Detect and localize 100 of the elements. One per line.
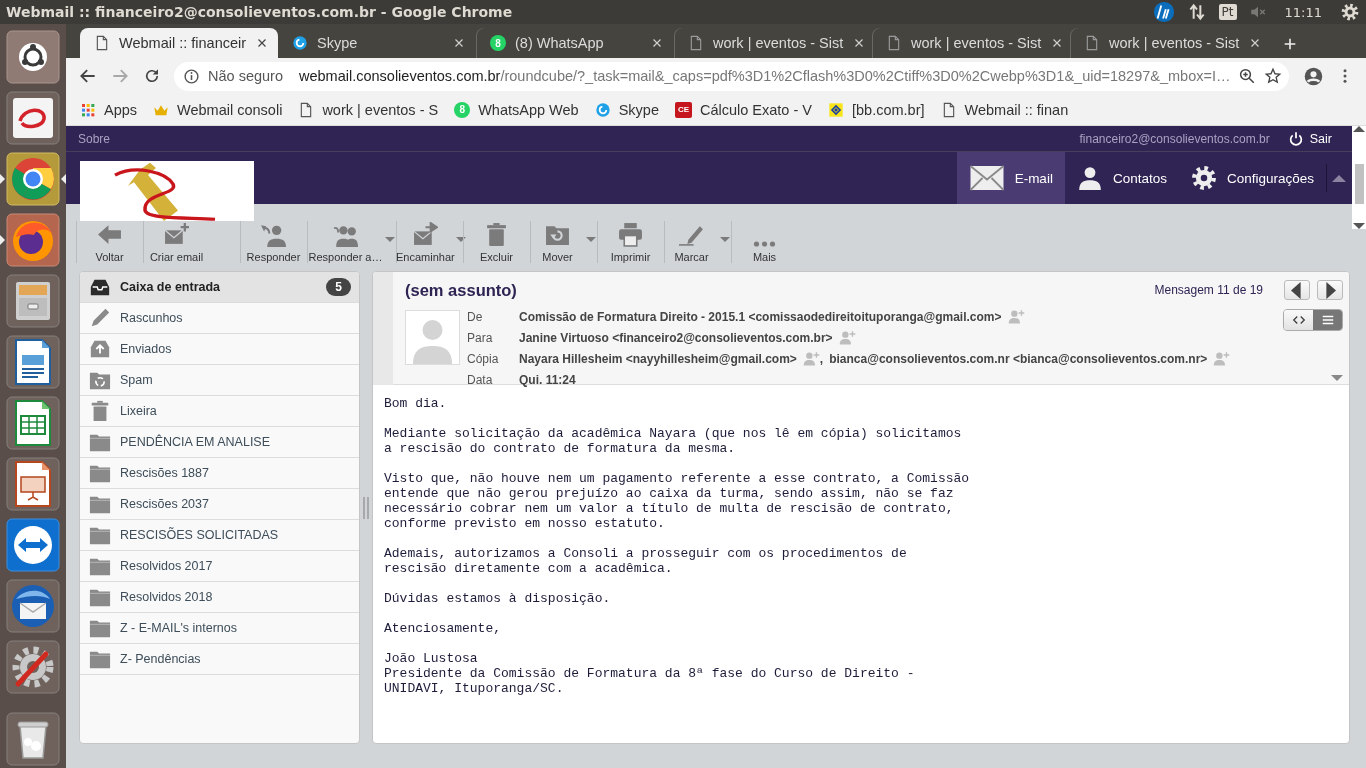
- toolbar-button[interactable]: Responder: [240, 221, 307, 263]
- browser-icon[interactable]: [6, 152, 60, 206]
- logo-icon[interactable]: [1152, 1, 1175, 23]
- browser-tab[interactable]: work | eventos - Sist: [674, 28, 872, 58]
- browser-tab[interactable]: Skype: [278, 28, 476, 58]
- bookmark[interactable]: work | eventos - S: [298, 101, 439, 118]
- folder-item[interactable]: Rescisões 2037: [80, 489, 359, 520]
- folder-item[interactable]: Resolvidos 2018: [80, 582, 359, 613]
- dash-icon[interactable]: [6, 30, 60, 84]
- forward-icon: [412, 222, 438, 247]
- caret-down-icon[interactable]: [1331, 375, 1343, 381]
- view-toggle[interactable]: [1284, 310, 1313, 330]
- bookmark[interactable]: Skype: [594, 101, 659, 118]
- toolbar-button[interactable]: Mover: [530, 221, 585, 263]
- page-icon: [1084, 35, 1100, 51]
- logout-link[interactable]: Sair: [1287, 130, 1332, 147]
- folder-item[interactable]: Rescisões 1887: [80, 458, 359, 489]
- bookmark[interactable]: 8 WhatsApp Web: [454, 101, 579, 118]
- bookmark[interactable]: Apps: [80, 101, 138, 118]
- folder-item[interactable]: Resolvidos 2017: [80, 551, 359, 582]
- contact-link[interactable]: Janine Virtuoso <financeiro2@consolieventos.com.br>: [519, 330, 833, 345]
- clock[interactable]: 11:11: [1284, 4, 1322, 20]
- field-label: Para: [467, 330, 494, 345]
- splitter-handle[interactable]: [363, 496, 369, 519]
- toolbar-button[interactable]: Encaminhar: [396, 221, 455, 263]
- bookmark[interactable]: [bb.com.br]: [828, 101, 925, 118]
- browser-icon[interactable]: [6, 213, 60, 267]
- folder-item[interactable]: Spam: [80, 365, 359, 396]
- bookmark[interactable]: Webmail consoli: [153, 101, 283, 118]
- folder-item[interactable]: RESCISÕES SOLICITADAS: [80, 520, 359, 551]
- field-label: De: [467, 309, 484, 324]
- browser-tab[interactable]: work | eventos - Sist: [1070, 28, 1268, 58]
- toolbar-button[interactable]: Excluir: [463, 221, 530, 263]
- folder-item[interactable]: Lixeira: [80, 396, 359, 427]
- info-icon[interactable]: [183, 67, 200, 85]
- chat-icon: [292, 35, 308, 51]
- body-paragraph: Bom dia.: [384, 396, 448, 411]
- contact-link[interactable]: Nayara Hillesheim <nayyhillesheim@gmail.com>: [519, 351, 797, 366]
- reply-icon: [261, 222, 286, 247]
- toolbar-button[interactable]: Responder a…: [307, 221, 384, 263]
- account-icon[interactable]: [1302, 65, 1324, 87]
- site-badge: CE: [674, 101, 692, 118]
- date-value: Qui. 11:24: [519, 372, 576, 387]
- previous-message-button[interactable]: [1284, 280, 1310, 300]
- toolbar-button[interactable]: Voltar: [76, 221, 143, 263]
- keyboard-layout[interactable]: Pt: [1218, 4, 1237, 20]
- toolbar-button[interactable]: Marcar: [664, 221, 719, 263]
- body-paragraph: Ademais, autorizamos a Consoli a prosseguir com os procedimentos de rescisão diretamente com a acadêmica.: [384, 546, 908, 576]
- browser-tab[interactable]: Webmail :: financeir: [80, 28, 278, 58]
- gear-icon[interactable]: [1340, 2, 1360, 22]
- next-message-button[interactable]: [1317, 280, 1343, 300]
- gear-icon: [1190, 165, 1217, 191]
- body-paragraph: Visto que, não houve nem um pagamento referente a esse contrato, a Comissão entende que não gerou prejuízo ao caixa da turma, sendo assim, não se faz necessário cobrar nem um valor a título de multa de rescisão de contrato, conforme previsto em nosso estatuto.: [384, 471, 971, 531]
- file-cabinet-icon[interactable]: [6, 274, 60, 328]
- spreadsheet-icon[interactable]: [6, 396, 60, 450]
- address-field[interactable]: Não seguro webmail.consolieventos.com.br/roundcube/?_task=mail&_caps=pdf%3D1%2Cflash%3D0%2Ctiff%3D0%2Cwebp%3D1&_uid=18297&_mbox=I…: [174, 61, 1289, 91]
- presentation-icon[interactable]: [6, 457, 60, 511]
- trash-icon: [484, 222, 509, 247]
- folder-item[interactable]: Enviados: [80, 334, 359, 365]
- about-link[interactable]: Sobre: [78, 131, 111, 146]
- nav-tab[interactable]: Configurações: [1178, 152, 1326, 204]
- folder-item[interactable]: Z - E-MAIL's internos: [80, 613, 359, 644]
- browser-tab[interactable]: 8 (8) WhatsApp: [476, 28, 674, 58]
- toolbar-button[interactable]: Imprimir: [597, 221, 664, 263]
- pencil-icon: [89, 307, 111, 329]
- folder-item[interactable]: Z- Pendências: [80, 644, 359, 675]
- code-icon: [1291, 313, 1306, 327]
- swoosh-icon[interactable]: [6, 91, 60, 145]
- star-icon[interactable]: [1264, 67, 1283, 85]
- wrench-gear-icon[interactable]: [6, 640, 60, 694]
- list-separator: ,: [819, 351, 824, 366]
- nav-tab[interactable]: E-mail: [956, 152, 1065, 204]
- bookmark[interactable]: Webmail :: finan: [940, 101, 1069, 118]
- reload-icon[interactable]: [143, 67, 161, 85]
- nav-tab[interactable]: Contatos: [1064, 152, 1179, 204]
- toolbar-button[interactable]: Mais: [731, 221, 798, 263]
- mail-bird-icon[interactable]: [6, 579, 60, 633]
- bookmark[interactable]: CE Cálculo Exato - V: [674, 101, 812, 118]
- page-icon: [94, 35, 110, 51]
- caret-up-icon[interactable]: [1332, 174, 1346, 182]
- document-icon[interactable]: [6, 335, 60, 389]
- contact-link[interactable]: Comissão de Formatura Direito - 2015.1 <comissaodedireitoituporanga@gmail.com>: [519, 309, 1002, 324]
- user-email: financeiro2@consolieventos.com.br: [1079, 131, 1270, 146]
- scrollbar[interactable]: [1352, 126, 1366, 229]
- new-tab-icon[interactable]: [1282, 36, 1298, 52]
- browser-tab[interactable]: work | eventos - Sist: [872, 28, 1070, 58]
- contact-link[interactable]: bianca@consolieventos.com.nr <bianca@consolieventos.com.nr>: [829, 351, 1208, 366]
- folder-item[interactable]: Caixa de entrada 5: [80, 272, 359, 303]
- toolbar-button[interactable]: Criar email: [143, 221, 210, 263]
- zoom-in-icon[interactable]: [1238, 67, 1257, 85]
- page-icon: [886, 35, 902, 51]
- avatar-placeholder: [405, 310, 460, 365]
- view-toggle[interactable]: [1313, 310, 1342, 330]
- field-label: Data: [467, 372, 494, 387]
- folder-item[interactable]: Rascunhos: [80, 303, 359, 334]
- folder-item[interactable]: PENDÊNCIA EM ANALISE: [80, 427, 359, 458]
- outbox-icon: [89, 338, 111, 360]
- apps-icon: [80, 101, 96, 118]
- caret-down-icon[interactable]: [1353, 223, 1365, 229]
- chat-icon: [594, 101, 611, 118]
